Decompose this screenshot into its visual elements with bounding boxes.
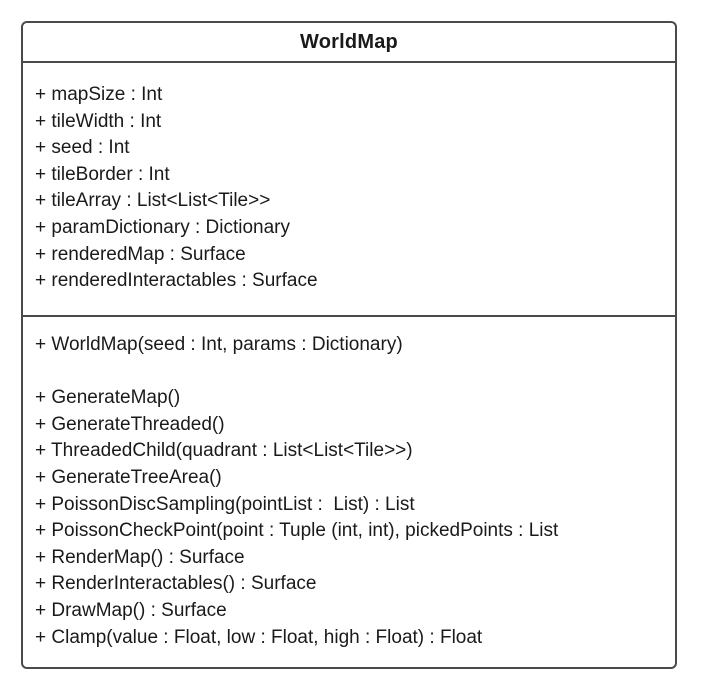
- method-line: + GenerateThreaded(): [35, 413, 225, 435]
- attribute-line: + renderedMap : Surface: [35, 243, 246, 265]
- attribute-line: + renderedInteractables : Surface: [35, 270, 318, 292]
- attribute-line: + tileArray : List<List<Tile>>: [35, 190, 271, 212]
- attribute-line: + tileBorder : Int: [35, 163, 170, 185]
- attribute-line: + seed : Int: [35, 137, 130, 159]
- method-line: + ThreadedChild(quadrant : List<List<Til…: [35, 440, 413, 462]
- uml-class-box: WorldMap + mapSize : Int + tileWidth : I…: [21, 21, 677, 669]
- method-line: + GenerateMap(): [35, 387, 181, 409]
- constructor-line: + WorldMap(seed : Int, params : Dictiona…: [35, 334, 403, 355]
- method-line: + Clamp(value : Float, low : Float, high…: [35, 626, 483, 648]
- method-line: + PoissonCheckPoint(point : Tuple (int, …: [35, 520, 559, 542]
- method-line: + DrawMap() : Surface: [35, 599, 227, 621]
- attribute-line: + paramDictionary : Dictionary: [35, 216, 291, 238]
- class-name: WorldMap: [300, 30, 398, 53]
- attribute-line: + tileWidth : Int: [35, 110, 162, 132]
- attributes-section: + mapSize : Int + tileWidth : Int + seed…: [23, 63, 675, 317]
- class-header: WorldMap: [23, 23, 675, 63]
- method-spacer: [35, 359, 675, 386]
- method-line: + GenerateTreeArea(): [35, 466, 222, 488]
- method-line: + RenderInteractables() : Surface: [35, 573, 317, 595]
- attribute-line: + mapSize : Int: [35, 84, 163, 105]
- methods-section: + WorldMap(seed : Int, params : Dictiona…: [23, 317, 675, 667]
- method-line: + PoissonDiscSampling(pointList : List) …: [35, 493, 415, 515]
- method-line: + RenderMap() : Surface: [35, 546, 245, 568]
